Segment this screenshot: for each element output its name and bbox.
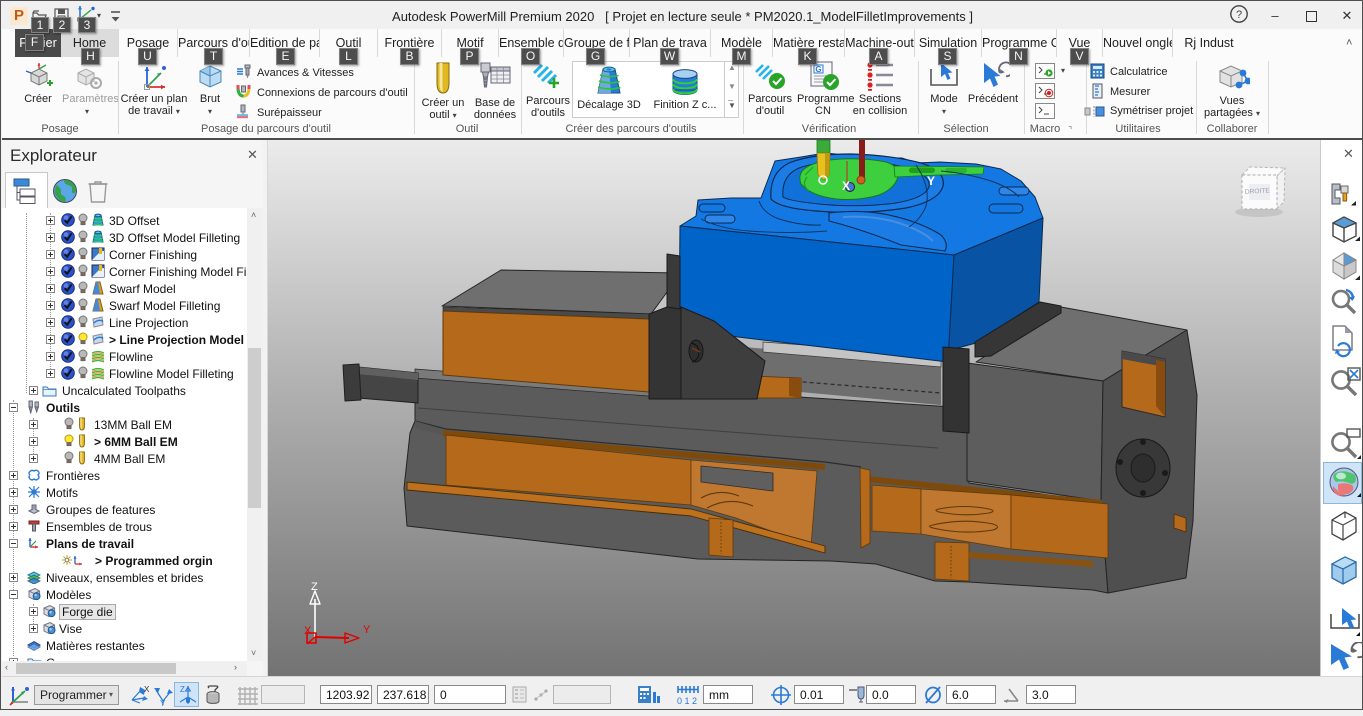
- svg-text:Y: Y: [160, 699, 166, 706]
- svg-text:Y: Y: [363, 624, 371, 636]
- svg-text:X: X: [304, 625, 312, 637]
- svg-text:X: X: [842, 179, 850, 193]
- svg-text:Z: Z: [180, 685, 185, 694]
- svg-text:Y: Y: [927, 174, 935, 188]
- svg-text:G: G: [815, 65, 821, 74]
- svg-text:?: ?: [1236, 9, 1242, 21]
- svg-text:0 1 2: 0 1 2: [677, 696, 697, 706]
- svg-text:Z: Z: [311, 581, 318, 593]
- svg-text:X: X: [144, 685, 150, 694]
